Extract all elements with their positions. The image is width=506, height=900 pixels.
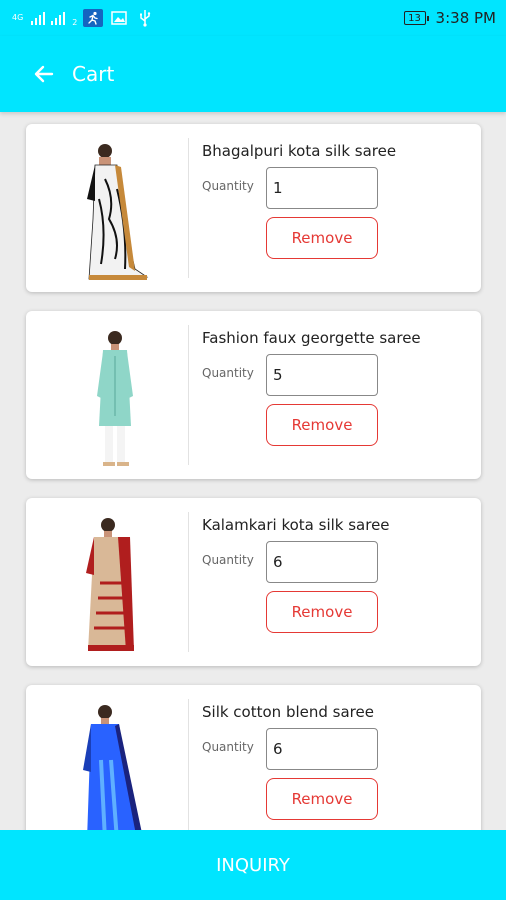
cart-item: Fashion faux georgette saree Quantity Re… [26,311,481,479]
image-icon [109,9,129,27]
sim-label: 2 [72,18,78,27]
product-image [42,134,187,284]
product-name: Bhagalpuri kota silk saree [202,142,397,160]
network-label: 4G [12,13,24,22]
page-title: Cart [72,62,115,86]
quantity-input[interactable] [266,728,378,770]
status-bar: 4G 2 13 3:38 PM [0,0,506,36]
running-icon [83,9,104,27]
divider [188,325,189,465]
signal-icon [31,11,46,25]
product-name: Fashion faux georgette saree [202,329,421,347]
remove-button[interactable]: Remove [266,217,378,259]
product-name: Silk cotton blend saree [202,703,374,721]
cart-list[interactable]: Bhagalpuri kota silk saree Quantity Remo… [0,112,506,830]
inquiry-button[interactable]: INQUIRY [0,830,506,900]
cart-item: Silk cotton blend saree Quantity Remove [26,685,481,830]
status-left: 4G 2 [12,9,155,27]
product-name: Kalamkari kota silk saree [202,516,390,534]
battery-icon: 13 [403,11,429,25]
usb-icon [135,9,155,27]
status-right: 13 3:38 PM [403,9,496,27]
remove-button[interactable]: Remove [266,404,378,446]
cart-item: Bhagalpuri kota silk saree Quantity Remo… [26,124,481,292]
product-image [42,508,187,658]
quantity-input[interactable] [266,167,378,209]
quantity-label: Quantity [202,366,254,380]
cart-item: Kalamkari kota silk saree Quantity Remov… [26,498,481,666]
remove-button[interactable]: Remove [266,778,378,820]
battery-level: 13 [408,12,421,24]
quantity-input[interactable] [266,354,378,396]
remove-button[interactable]: Remove [266,591,378,633]
network-type: 4G [12,14,23,22]
quantity-input[interactable] [266,541,378,583]
signal-icon-sim2 [51,11,66,25]
quantity-label: Quantity [202,740,254,754]
product-image [42,321,187,471]
clock: 3:38 PM [435,9,496,27]
divider [188,699,189,830]
back-arrow-icon[interactable] [32,62,56,86]
app-bar: Cart [0,36,506,112]
divider [188,512,189,652]
divider [188,138,189,278]
quantity-label: Quantity [202,553,254,567]
product-image [42,695,187,830]
quantity-label: Quantity [202,179,254,193]
